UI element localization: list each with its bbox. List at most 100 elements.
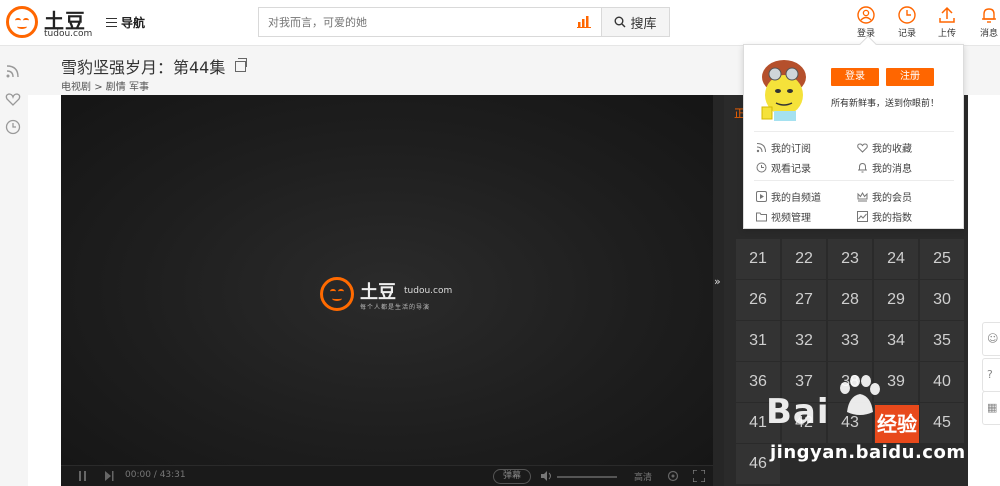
breadcrumb-drama[interactable]: 剧情 bbox=[106, 82, 126, 93]
menu-my-subscriptions-label: 我的订阅 bbox=[771, 144, 811, 155]
collapse-panel-button[interactable]: » bbox=[713, 95, 724, 486]
menu-watch-history[interactable]: 观看记录 bbox=[756, 160, 811, 175]
episode-button[interactable]: 40 bbox=[920, 362, 964, 402]
episode-button[interactable]: 26 bbox=[736, 280, 780, 320]
help-icon: ? bbox=[987, 368, 993, 381]
popup-divider bbox=[754, 180, 954, 181]
header-upload-label: 上传 bbox=[937, 29, 956, 39]
episode-button[interactable]: 21 bbox=[736, 239, 780, 279]
volume-slider[interactable] bbox=[557, 476, 617, 478]
mascot-avatar-icon bbox=[761, 60, 806, 121]
copy-icon[interactable] bbox=[235, 57, 248, 72]
popup-login-button[interactable]: 登录 bbox=[831, 68, 879, 86]
left-rail bbox=[0, 46, 28, 486]
popup-tagline: 所有新鲜事，送到你眼前！ bbox=[831, 99, 940, 109]
tudou-logo-icon bbox=[6, 6, 38, 38]
player-logo-name: 土豆 bbox=[360, 282, 396, 303]
popup-register-button[interactable]: 注册 bbox=[886, 68, 934, 86]
episode-button[interactable]: 22 bbox=[782, 239, 826, 279]
player-controls: 00:00 / 43:31 弹幕 高清 bbox=[61, 465, 713, 486]
episode-button[interactable]: 30 bbox=[920, 280, 964, 320]
tudou-logo-icon bbox=[320, 277, 354, 311]
player-slogan: 每个人都是生活的导演 bbox=[360, 304, 431, 311]
menu-my-favorites-label: 我的收藏 bbox=[872, 144, 912, 155]
episode-button[interactable]: 29 bbox=[874, 280, 918, 320]
crown-icon bbox=[857, 191, 868, 202]
bell-icon bbox=[858, 162, 867, 173]
right-rail: ☺ ? ▦ bbox=[968, 95, 1000, 486]
episode-button[interactable]: 34 bbox=[874, 321, 918, 361]
help-button[interactable]: ? bbox=[982, 358, 1000, 392]
watermark-badge: 经验 bbox=[875, 405, 919, 443]
quality-selector[interactable]: 高清 bbox=[634, 470, 652, 483]
time-display: 00:00 / 43:31 bbox=[125, 470, 186, 480]
pause-icon[interactable] bbox=[79, 471, 87, 481]
fullscreen-icon[interactable] bbox=[693, 470, 705, 482]
episode-button[interactable]: 23 bbox=[828, 239, 872, 279]
rss-icon[interactable] bbox=[5, 63, 21, 79]
menu-my-channel[interactable]: 我的自频道 bbox=[756, 189, 821, 204]
menu-my-membership[interactable]: 我的会员 bbox=[857, 189, 912, 204]
search-icon bbox=[614, 16, 626, 28]
feedback-button[interactable]: ☺ bbox=[982, 322, 1000, 356]
feedback-icon: ☺ bbox=[987, 332, 999, 345]
play-square-icon bbox=[756, 191, 767, 202]
nav-label: 导航 bbox=[121, 16, 146, 30]
menu-video-management-label: 视频管理 bbox=[771, 213, 811, 224]
episode-button[interactable]: 32 bbox=[782, 321, 826, 361]
episode-button[interactable]: 31 bbox=[736, 321, 780, 361]
search-box: 搜库 bbox=[258, 7, 670, 37]
header-upload[interactable]: 上传 bbox=[930, 6, 964, 39]
episode-button[interactable]: 45 bbox=[920, 403, 964, 443]
nav-menu-button[interactable]: 导航 bbox=[106, 14, 145, 31]
hamburger-icon bbox=[106, 18, 117, 27]
search-input[interactable] bbox=[259, 8, 599, 36]
episode-button[interactable]: 25 bbox=[920, 239, 964, 279]
settings-icon[interactable] bbox=[667, 470, 679, 482]
qrcode-button[interactable]: ▦ bbox=[982, 391, 1000, 425]
clock-icon[interactable] bbox=[5, 119, 21, 135]
menu-watch-history-label: 观看记录 bbox=[771, 164, 811, 175]
chart-icon[interactable] bbox=[577, 16, 591, 28]
video-title-text: 雪豹坚强岁月：第44集 bbox=[61, 58, 226, 77]
menu-my-index-label: 我的指数 bbox=[872, 213, 912, 224]
header-login[interactable]: 登录 bbox=[849, 6, 883, 39]
breadcrumb-military[interactable]: 军事 bbox=[129, 82, 149, 93]
player-logo: 土豆 tudou.com 每个人都是生活的导演 bbox=[320, 276, 460, 316]
episode-button[interactable]: 35 bbox=[920, 321, 964, 361]
episode-button[interactable]: 24 bbox=[874, 239, 918, 279]
menu-my-channel-label: 我的自频道 bbox=[771, 193, 821, 204]
header-messages[interactable]: 消息 bbox=[972, 6, 1000, 39]
video-player[interactable]: 土豆 tudou.com 每个人都是生活的导演 00:00 / 43:31 弹幕… bbox=[61, 95, 713, 486]
watermark-brand: Bai bbox=[766, 392, 830, 432]
site-logo[interactable]: 土豆 tudou.com bbox=[6, 4, 93, 40]
user-dropdown: 登录 注册 所有新鲜事，送到你眼前！ 我的订阅 我的收藏 观看记录 我的消息 我… bbox=[743, 35, 964, 229]
logo-domain: tudou.com bbox=[44, 29, 93, 39]
header-history[interactable]: 记录 bbox=[890, 6, 924, 39]
header-messages-label: 消息 bbox=[979, 29, 998, 39]
menu-video-management[interactable]: 视频管理 bbox=[756, 209, 811, 224]
qrcode-icon: ▦ bbox=[987, 401, 998, 414]
search-button[interactable]: 搜库 bbox=[601, 8, 669, 36]
menu-my-index[interactable]: 我的指数 bbox=[857, 209, 912, 224]
heart-icon bbox=[857, 143, 868, 153]
watermark-site: jingyan.baidu.com bbox=[770, 442, 966, 463]
next-icon[interactable] bbox=[105, 471, 114, 481]
player-logo-domain: tudou.com bbox=[404, 286, 453, 296]
rss-icon bbox=[756, 143, 766, 153]
episode-button[interactable]: 28 bbox=[828, 280, 872, 320]
menu-my-membership-label: 我的会员 bbox=[872, 193, 912, 204]
upload-icon bbox=[939, 6, 955, 23]
video-title: 雪豹坚强岁月：第44集 bbox=[61, 54, 248, 78]
menu-my-subscriptions[interactable]: 我的订阅 bbox=[756, 140, 811, 155]
episode-button[interactable]: 33 bbox=[828, 321, 872, 361]
heart-icon[interactable] bbox=[5, 91, 21, 107]
volume-icon[interactable] bbox=[541, 471, 553, 481]
menu-my-favorites[interactable]: 我的收藏 bbox=[857, 140, 912, 155]
clock-icon bbox=[756, 162, 767, 173]
collapse-arrow-icon: » bbox=[714, 275, 721, 288]
episode-button[interactable]: 27 bbox=[782, 280, 826, 320]
barrage-toggle[interactable]: 弹幕 bbox=[493, 469, 531, 484]
menu-my-messages[interactable]: 我的消息 bbox=[857, 160, 912, 175]
breadcrumb-tv[interactable]: 电视剧 bbox=[61, 82, 91, 93]
